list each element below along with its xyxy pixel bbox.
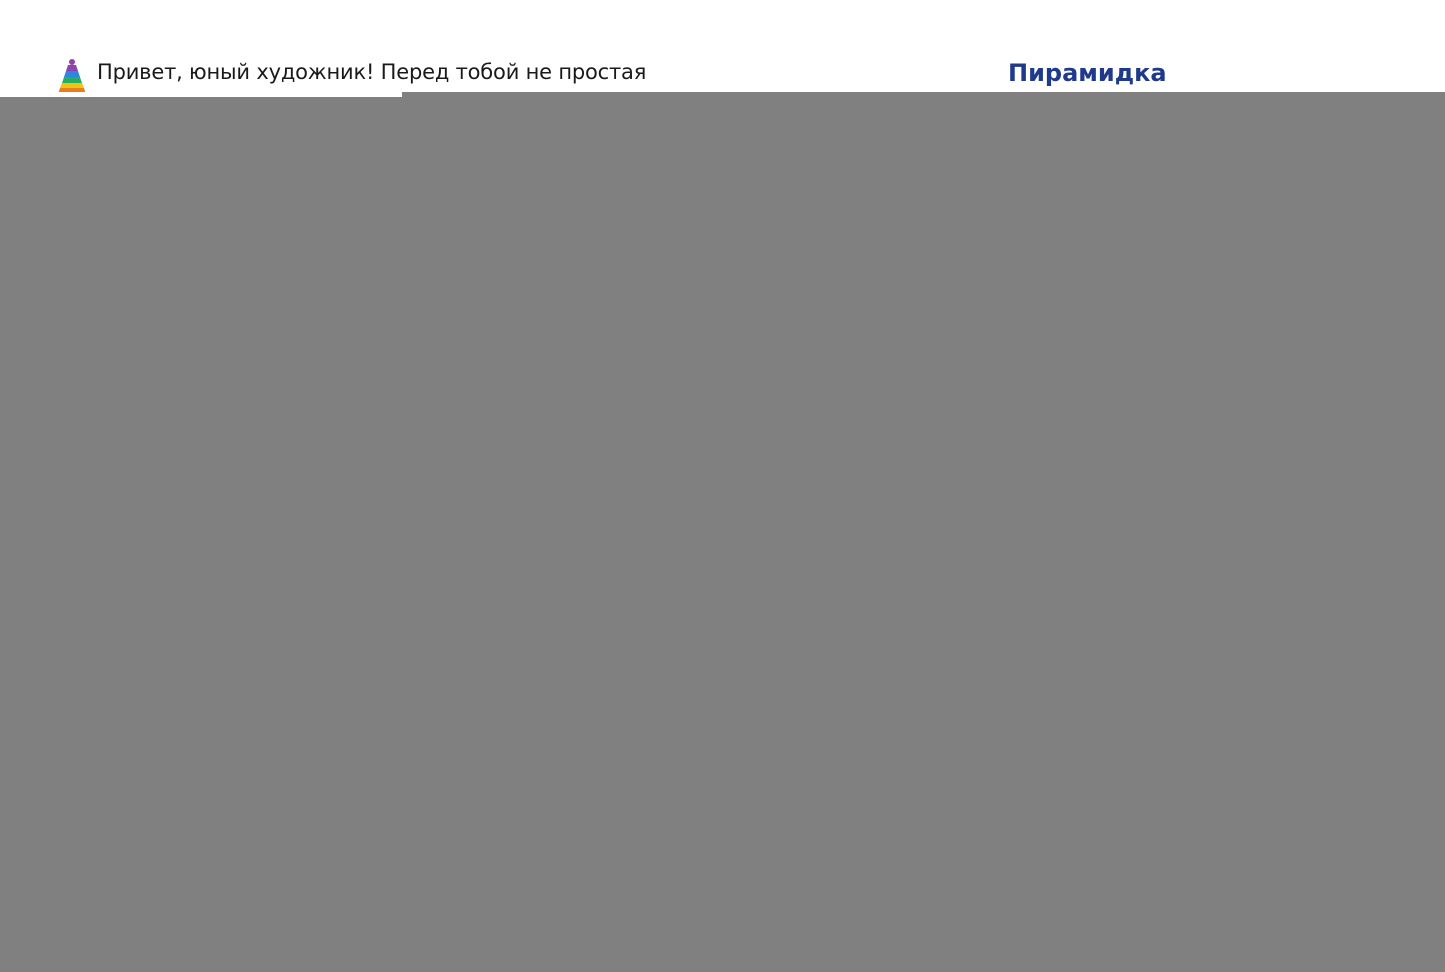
page: Привет, юный художник! Перед тобой не пр… xyxy=(0,0,1445,972)
modal-overlay[interactable] xyxy=(0,92,1445,972)
header-bar: Привет, юный художник! Перед тобой не пр… xyxy=(0,0,1445,96)
pyramid-title-link[interactable]: Пирамидка xyxy=(1008,58,1167,88)
overlay-edge xyxy=(0,92,402,97)
pyramid-toy-icon xyxy=(58,59,86,94)
intro-text: Привет, юный художник! Перед тобой не пр… xyxy=(97,60,647,84)
